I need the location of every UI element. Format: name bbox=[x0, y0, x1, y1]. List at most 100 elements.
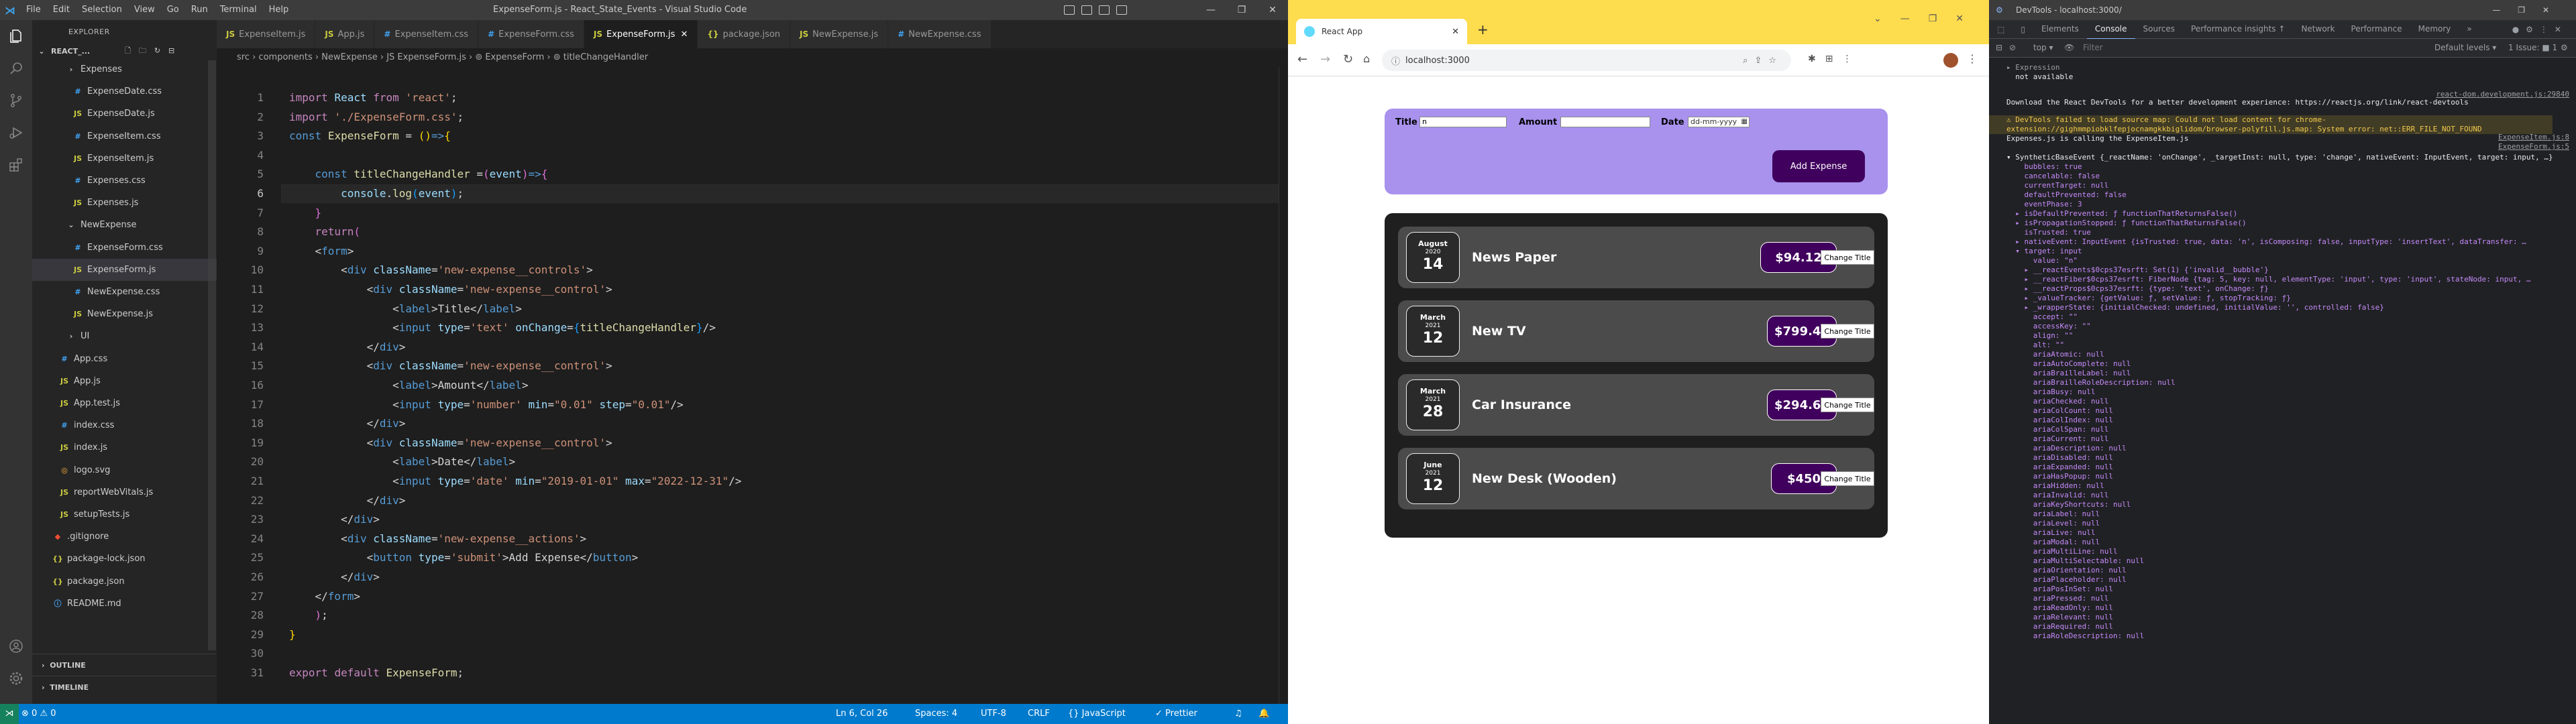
code-line[interactable]: } bbox=[289, 628, 296, 641]
tree-item[interactable]: ⌄ NewExpense bbox=[32, 214, 217, 236]
code-line[interactable]: <form> bbox=[289, 245, 354, 257]
tree-item[interactable]: › Expenses bbox=[32, 58, 217, 80]
notifications-icon[interactable]: ♫ bbox=[1234, 704, 1242, 724]
editor-tab[interactable]: # ExpenseItem.css bbox=[374, 20, 479, 48]
devtools-tab[interactable]: Performance bbox=[2343, 19, 2410, 40]
new-tab-icon[interactable]: + bbox=[1477, 21, 1489, 38]
console-line[interactable]: ▸ _valueTracker: {getValue: ƒ, setValue:… bbox=[2006, 294, 2570, 303]
console-line[interactable]: ▸ nativeEvent: InputEvent {isTrusted: tr… bbox=[2006, 237, 2570, 247]
code-line[interactable]: </div> bbox=[289, 341, 406, 353]
explorer-toolbar-icons[interactable]: 🗋🗀↻⊟ bbox=[125, 45, 182, 58]
forward-icon[interactable]: → bbox=[1320, 52, 1330, 66]
tab-close-icon[interactable]: ✕ bbox=[680, 29, 688, 40]
devtools-tab[interactable]: Network bbox=[2293, 19, 2343, 40]
indent-status[interactable]: Spaces: 4 bbox=[915, 704, 957, 724]
console-source-link[interactable]: ExpenseForm.js:5 bbox=[2498, 142, 2569, 151]
devtools-window-controls-icon[interactable]: —❐✕ bbox=[2492, 0, 2567, 20]
devtools-tab[interactable]: Performance insights ↑ bbox=[2183, 19, 2293, 40]
code-line[interactable]: <div className='new-expense__controls'> bbox=[289, 263, 593, 276]
timeline-section[interactable]: › TIMELINE bbox=[32, 676, 217, 698]
editor-tab[interactable]: JS App.js bbox=[315, 20, 375, 48]
tree-item[interactable]: JS ExpenseForm.js bbox=[32, 258, 217, 281]
console-line[interactable]: ▸ _wrapperState: {initialChecked: undefi… bbox=[2006, 303, 2570, 312]
code-line[interactable]: <div className='new-expense__control'> bbox=[289, 436, 612, 449]
profile-avatar[interactable] bbox=[1943, 53, 1958, 68]
tree-item[interactable]: # ExpenseDate.css bbox=[32, 80, 217, 103]
issues-badge[interactable]: 1 Issue: ■ 1 bbox=[2508, 43, 2557, 52]
live-expression-icon[interactable]: 👁 bbox=[2064, 43, 2074, 52]
devtools-tab[interactable]: Memory bbox=[2410, 19, 2459, 40]
editor-tab[interactable]: JS ExpenseItem.js bbox=[217, 20, 316, 48]
menu-view[interactable]: View bbox=[128, 0, 161, 20]
editor-scrollbar[interactable] bbox=[1279, 67, 1288, 704]
breadcrumb[interactable]: src › components › NewExpense › JS Expen… bbox=[217, 48, 1288, 67]
menu-selection[interactable]: Selection bbox=[76, 0, 128, 20]
language-status[interactable]: {} JavaScript bbox=[1068, 704, 1126, 724]
prettier-status[interactable]: ✓ Prettier bbox=[1155, 704, 1197, 724]
manage-gear-icon[interactable] bbox=[0, 662, 32, 695]
explorer-icon[interactable] bbox=[0, 20, 32, 52]
console-sidebar-icon[interactable]: ⊟⊘ bbox=[1996, 43, 2023, 52]
console-filter-input[interactable]: Filter bbox=[2083, 43, 2103, 52]
code-line[interactable]: import React from 'react'; bbox=[289, 91, 458, 104]
date-input[interactable]: dd-mm-yyyy ▦ bbox=[1688, 117, 1750, 127]
more-actions-icon[interactable]: ··· bbox=[68, 20, 210, 44]
amount-input[interactable] bbox=[1560, 117, 1650, 127]
code-line[interactable]: <input type='date' min="2019-01-01" max=… bbox=[289, 475, 741, 487]
code-line[interactable]: } bbox=[289, 206, 322, 219]
cursor-position[interactable]: Ln 6, Col 26 bbox=[836, 704, 888, 724]
device-toolbar-icon[interactable]: ▯ bbox=[2012, 20, 2033, 39]
tree-item[interactable]: JS setupTests.js bbox=[32, 503, 217, 526]
editor-tab[interactable]: # ExpenseForm.css bbox=[478, 20, 584, 48]
editor-tab[interactable]: # NewExpense.css bbox=[888, 20, 991, 48]
console-line[interactable]: ▸ Expression bbox=[2006, 63, 2570, 72]
run-debug-icon[interactable] bbox=[0, 117, 32, 149]
search-icon[interactable] bbox=[0, 52, 32, 84]
console-settings-icon[interactable]: ⚙ bbox=[2561, 43, 2568, 52]
code-line[interactable]: import './ExpenseForm.css'; bbox=[289, 111, 464, 123]
tree-item[interactable]: {} package-lock.json bbox=[32, 548, 217, 570]
close-icon[interactable]: ✕ bbox=[1257, 0, 1288, 20]
title-input[interactable]: n bbox=[1419, 117, 1507, 127]
console-line[interactable]: ▾ target: input bbox=[2006, 247, 2570, 256]
back-icon[interactable]: ← bbox=[1297, 52, 1307, 66]
tree-item[interactable]: # NewExpense.css bbox=[32, 281, 217, 303]
code-line[interactable]: <label>Date</label> bbox=[289, 455, 515, 468]
code-line[interactable]: <label>Title</label> bbox=[289, 302, 522, 315]
menu-help[interactable]: Help bbox=[263, 0, 295, 20]
code-line[interactable]: </div> bbox=[289, 513, 380, 526]
menu-terminal[interactable]: Terminal bbox=[214, 0, 263, 20]
home-icon[interactable]: ⌂ bbox=[1363, 52, 1370, 65]
toggle-secondary-sidebar-icon[interactable] bbox=[1099, 5, 1110, 15]
editor-tab[interactable]: JS NewExpense.js bbox=[790, 20, 889, 48]
address-actions-icon[interactable]: ⌕⇪☆ bbox=[1743, 56, 1783, 66]
editor-tab[interactable]: JS ExpenseForm.js ✕ bbox=[584, 20, 698, 48]
context-selector[interactable]: top ▾ bbox=[2033, 43, 2053, 52]
console-line[interactable]: ▸ __reactFiber$0cps37esrft: FiberNode {t… bbox=[2006, 275, 2570, 284]
tree-item[interactable]: JS ExpenseDate.js bbox=[32, 103, 217, 125]
inspect-element-icon[interactable]: ⬚ bbox=[1989, 20, 2012, 39]
browser-tab[interactable]: React App ✕ bbox=[1296, 19, 1467, 44]
code-line[interactable]: </div> bbox=[289, 570, 380, 583]
code-line[interactable]: <input type='number' min="0.01" step="0.… bbox=[289, 398, 684, 411]
console-line[interactable]: ▸ isDefaultPrevented: ƒ functionThatRetu… bbox=[2006, 209, 2570, 219]
toggle-sidebar-icon[interactable] bbox=[1064, 5, 1075, 15]
devtools-settings-icon[interactable]: ●⚙⋮✕ bbox=[2512, 25, 2568, 34]
reload-icon[interactable]: ↻ bbox=[1343, 52, 1353, 66]
tree-item[interactable]: ◎ logo.svg bbox=[32, 459, 217, 481]
tree-item[interactable]: # ExpenseForm.css bbox=[32, 237, 217, 259]
tree-item[interactable]: JS Expenses.js bbox=[32, 192, 217, 214]
code-line[interactable]: export default ExpenseForm; bbox=[289, 666, 464, 679]
code-line[interactable]: ); bbox=[289, 609, 328, 621]
encoding-status[interactable]: UTF-8 bbox=[981, 704, 1006, 724]
account-icon[interactable] bbox=[0, 630, 32, 662]
change-title-button[interactable]: Change Title bbox=[1821, 250, 1874, 265]
console-line[interactable]: ▾ SyntheticBaseEvent {_reactName: 'onCha… bbox=[2006, 153, 2570, 162]
code-line[interactable]: console.log(event); bbox=[289, 187, 464, 200]
editor-tab[interactable]: {} package.json bbox=[698, 20, 791, 48]
code-line[interactable]: <button type='submit'>Add Expense</butto… bbox=[289, 551, 639, 564]
tree-item[interactable]: JS App.js bbox=[32, 370, 217, 392]
tree-item[interactable]: JS App.test.js bbox=[32, 392, 217, 414]
tab-close-icon[interactable]: ✕ bbox=[1452, 27, 1459, 37]
console-line[interactable]: ▸ __reactProps$0cps37esrft: {type: 'text… bbox=[2006, 284, 2570, 294]
